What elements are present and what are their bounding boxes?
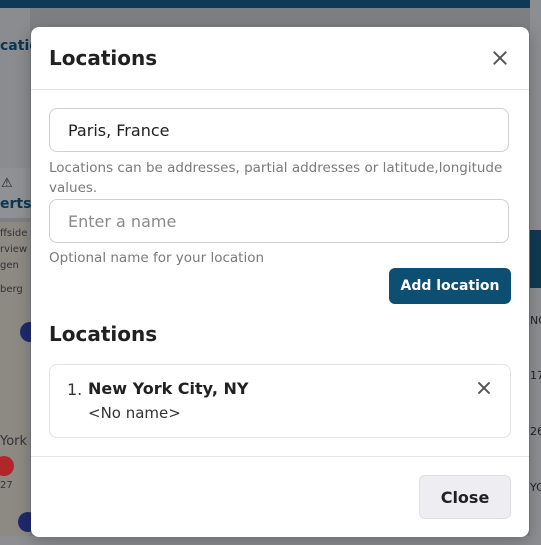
- remove-location-icon[interactable]: [474, 378, 494, 398]
- dialog-footer: Close: [31, 456, 529, 538]
- background-table-header: [530, 230, 541, 288]
- map-label: 27: [0, 480, 13, 491]
- app-topbar: [0, 0, 541, 8]
- dialog-title: Locations: [49, 46, 158, 70]
- table-cell: 26: [530, 425, 541, 438]
- name-help-text: Optional name for your location: [49, 250, 265, 266]
- dialog-header: Locations: [31, 27, 529, 90]
- map-label: ffside: [0, 228, 28, 239]
- location-input[interactable]: [49, 108, 509, 152]
- close-button[interactable]: Close: [419, 475, 511, 519]
- location-help-text: Locations can be addresses, partial addr…: [49, 160, 503, 196]
- table-cell: 17: [530, 369, 541, 382]
- map-label: gen: [0, 260, 19, 271]
- map-label: berg: [0, 284, 23, 295]
- background-map: ffside rview gen berg York 27: [0, 222, 40, 545]
- locations-dialog: Locations Locations can be addresses, pa…: [31, 27, 529, 537]
- warning-icon: ⚠: [1, 176, 13, 191]
- close-icon[interactable]: [489, 47, 511, 69]
- table-cell: YC: [530, 481, 541, 494]
- map-marker: [0, 456, 14, 476]
- background-alerts-tab: ⚠ erts: [0, 168, 32, 218]
- map-label: rview: [0, 244, 28, 255]
- map-label: York: [0, 434, 28, 449]
- background-header-panel: catio: [0, 8, 39, 168]
- location-name: New York City, NY: [88, 379, 249, 398]
- locations-list-title: Locations: [49, 322, 158, 346]
- location-name-input[interactable]: [49, 199, 509, 243]
- location-alias: <No name>: [88, 404, 181, 422]
- background-right-column: NO 17 26 YC: [530, 0, 541, 545]
- location-index: 1.: [67, 380, 83, 399]
- table-cell: NO: [530, 314, 541, 327]
- location-list-item: 1. New York City, NY <No name>: [49, 364, 511, 438]
- add-location-button[interactable]: Add location: [389, 268, 511, 304]
- background-alerts-text: erts: [0, 196, 32, 212]
